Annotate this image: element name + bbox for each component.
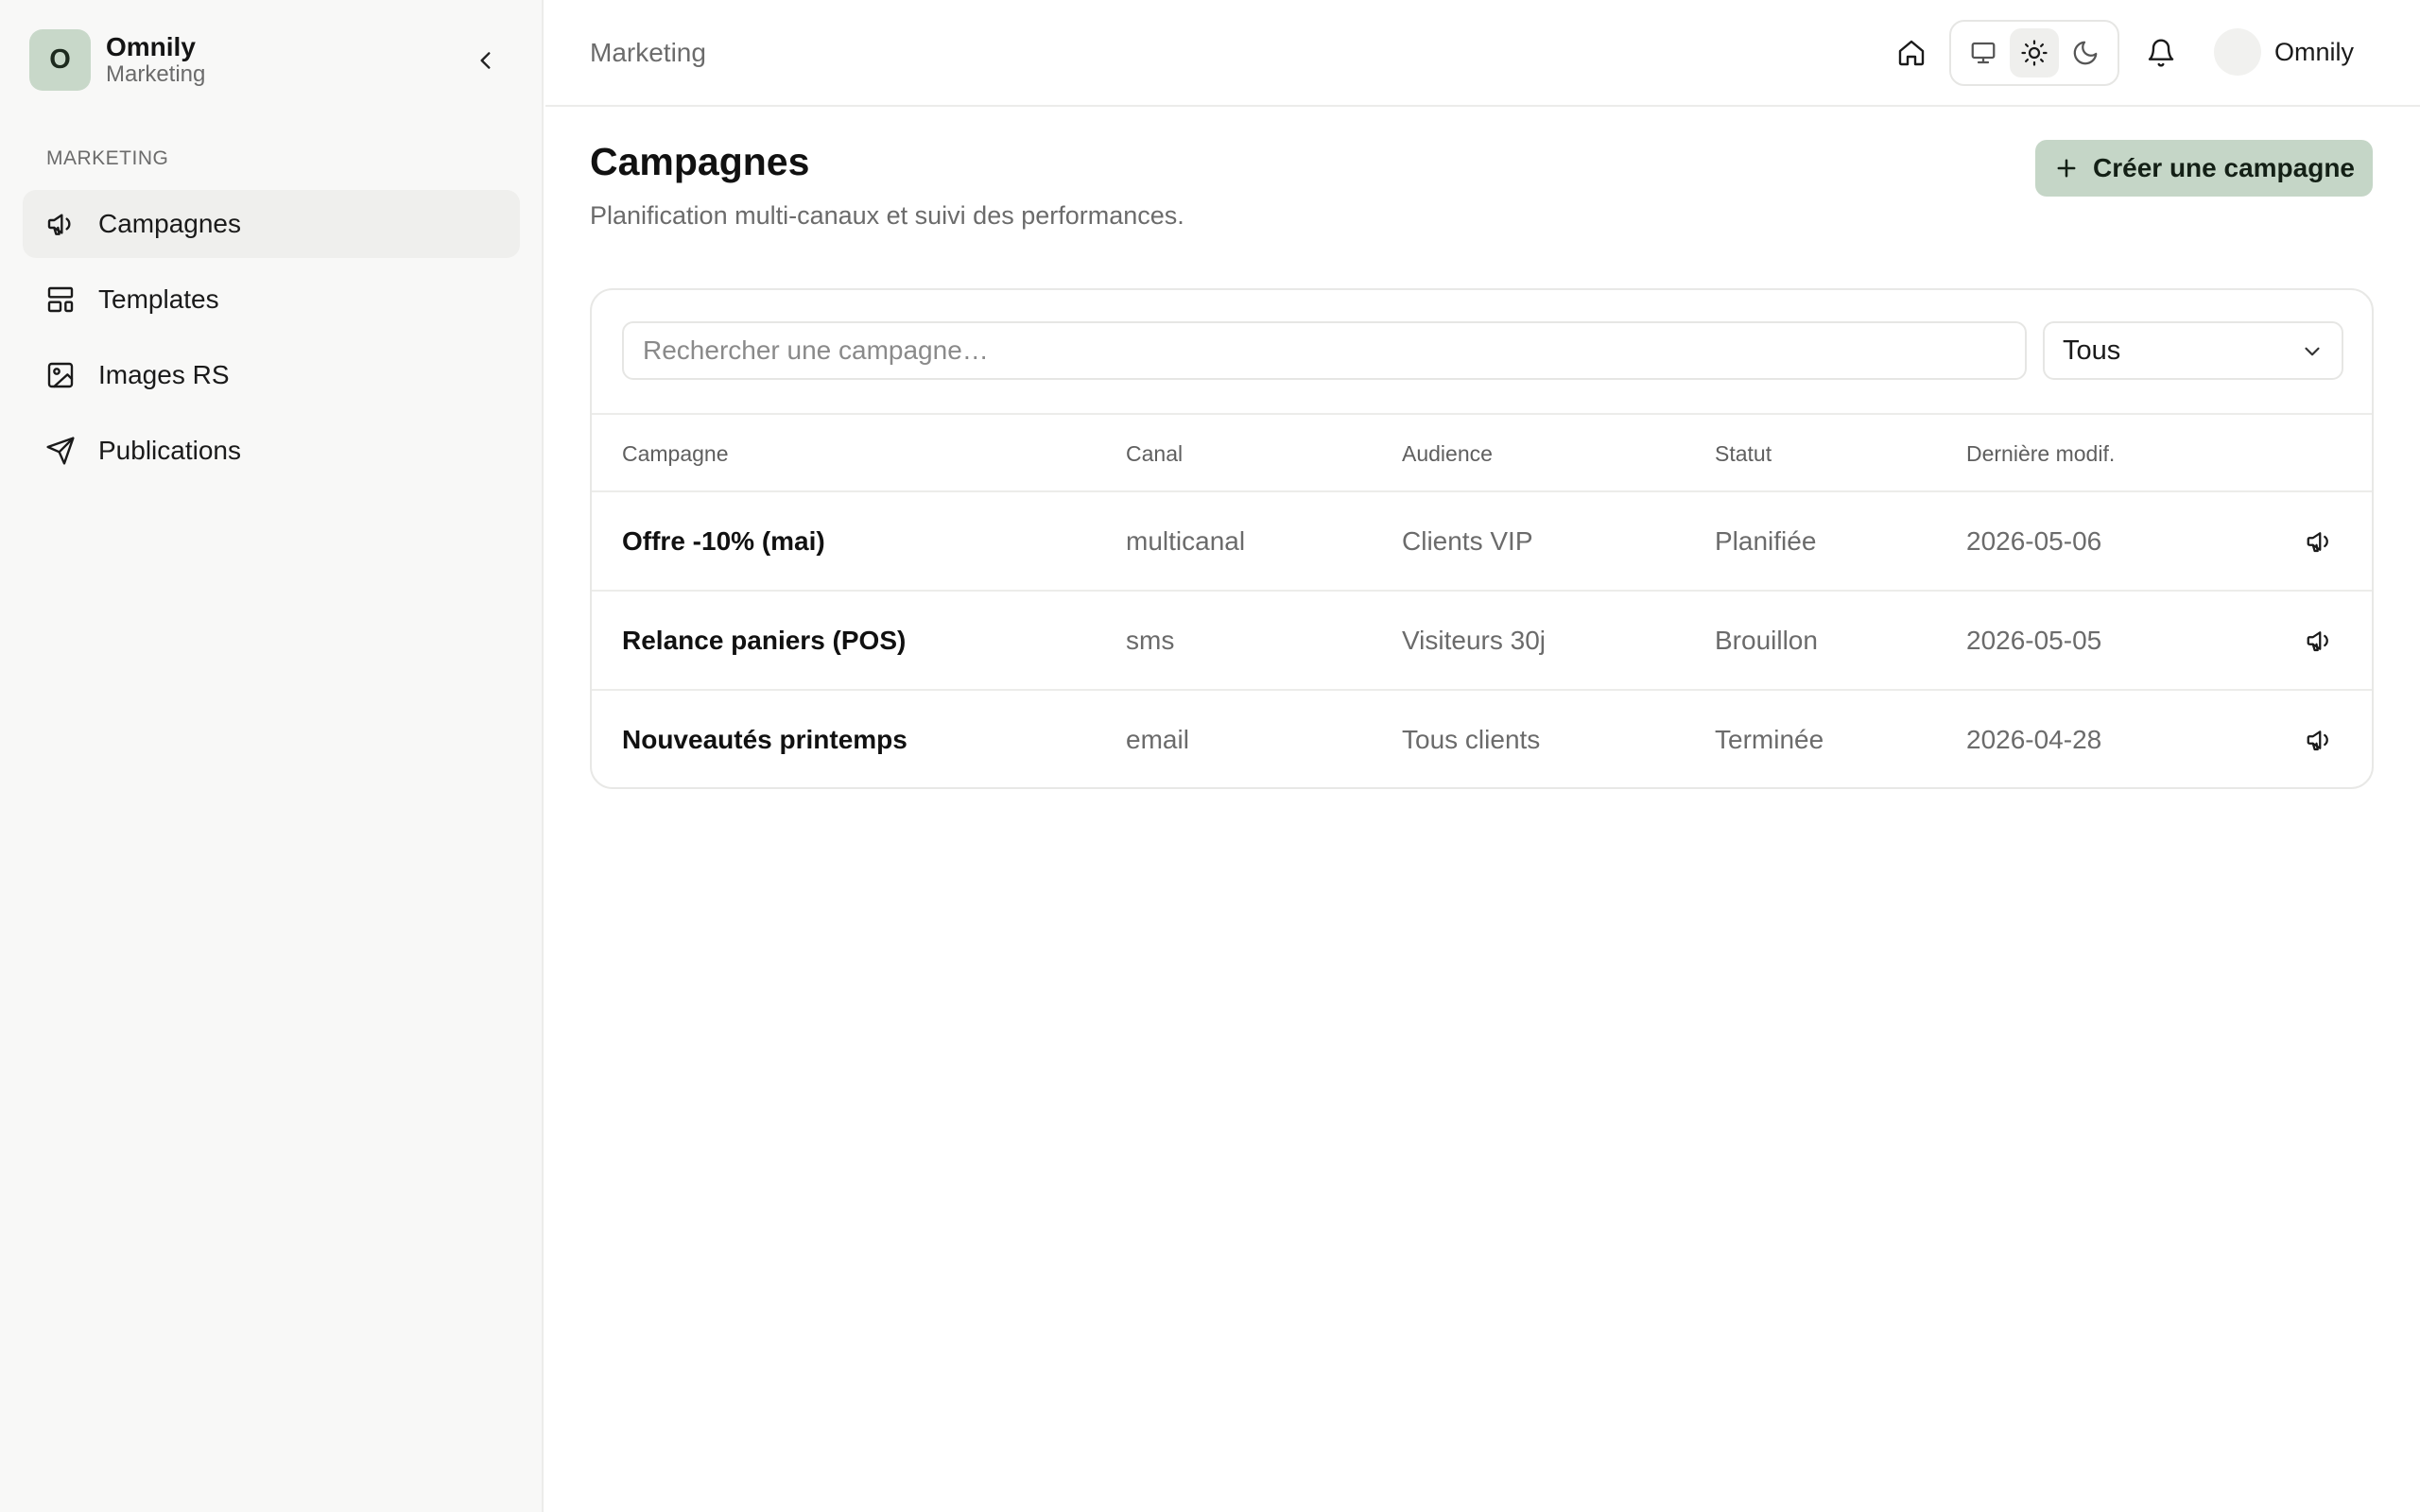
chevron-left-icon xyxy=(480,52,491,69)
search-input[interactable] xyxy=(622,321,2027,380)
table-row[interactable]: Offre -10% (mai) multicanal Clients VIP … xyxy=(592,490,2372,590)
megaphone-icon[interactable] xyxy=(2300,523,2338,560)
campaigns-card: Tous Campagne Canal Audience Statut Dern… xyxy=(590,288,2374,789)
campaign-updated: 2026-04-28 xyxy=(1966,725,2102,754)
campaign-audience: Visiteurs 30j xyxy=(1402,626,1547,655)
image-icon xyxy=(45,360,76,390)
home-icon xyxy=(1898,40,1925,66)
column-header-statut[interactable]: Statut xyxy=(1715,441,1772,467)
sidebar-item-label: Templates xyxy=(98,284,219,314)
home-button[interactable] xyxy=(1887,28,1936,77)
collapse-sidebar-button[interactable] xyxy=(467,42,505,79)
brand: O Omnily Marketing xyxy=(29,29,205,91)
brand-name: Omnily xyxy=(106,32,196,62)
avatar xyxy=(2214,28,2261,76)
sidebar-item-label: Publications xyxy=(98,436,241,465)
sidebar-item-label: Images RS xyxy=(98,360,230,389)
page-title: Campagnes xyxy=(590,140,810,183)
sidebar-item-templates[interactable]: Templates xyxy=(23,266,520,334)
sidebar-item-images-rs[interactable]: Images RS xyxy=(23,341,520,409)
campaign-status: Brouillon xyxy=(1715,626,1818,655)
campaign-status: Terminée xyxy=(1715,725,1824,754)
plus-icon xyxy=(2053,155,2080,181)
column-header-derniere-modif[interactable]: Dernière modif. xyxy=(1966,441,2115,467)
create-campaign-label: Créer une campagne xyxy=(2093,153,2355,182)
sidebar-section-label: MARKETING xyxy=(46,147,169,169)
campaign-channel: email xyxy=(1126,725,1189,754)
megaphone-icon[interactable] xyxy=(2300,721,2338,759)
breadcrumb: Marketing xyxy=(590,38,706,67)
sidebar-item-publications[interactable]: Publications xyxy=(23,417,520,485)
column-header-canal[interactable]: Canal xyxy=(1126,441,1183,467)
theme-light-button[interactable] xyxy=(2010,28,2059,77)
column-header-campagne[interactable]: Campagne xyxy=(622,441,729,467)
campaign-updated: 2026-05-05 xyxy=(1966,626,2102,655)
sidebar: O Omnily Marketing MARKETING Campagnes T… xyxy=(0,0,544,1512)
theme-dark-button[interactable] xyxy=(2061,28,2110,77)
campaign-status: Planifiée xyxy=(1715,526,1817,556)
send-icon xyxy=(45,436,76,466)
notifications-button[interactable] xyxy=(2136,28,2186,77)
campaign-channel: sms xyxy=(1126,626,1175,655)
theme-system-button[interactable] xyxy=(1959,28,2008,77)
campaign-audience: Tous clients xyxy=(1402,725,1541,754)
table-header: Campagne Canal Audience Statut Dernière … xyxy=(592,413,2372,490)
status-filter-select[interactable]: Tous xyxy=(2043,321,2343,380)
column-header-audience[interactable]: Audience xyxy=(1402,441,1493,467)
monitor-icon xyxy=(1971,42,1996,64)
campaign-name: Offre -10% (mai) xyxy=(622,526,825,556)
sidebar-nav: Campagnes Templates Images RS Publicatio… xyxy=(23,190,520,492)
topbar: Marketing Omnily xyxy=(545,0,2420,107)
campaign-name: Relance paniers (POS) xyxy=(622,626,907,655)
brand-text: Omnily Marketing xyxy=(106,32,205,87)
sun-icon xyxy=(2021,40,2048,66)
megaphone-icon[interactable] xyxy=(2300,622,2338,660)
brand-avatar: O xyxy=(29,29,91,91)
table-row[interactable]: Nouveautés printemps email Tous clients … xyxy=(592,689,2372,787)
campaign-channel: multicanal xyxy=(1126,526,1246,556)
status-filter-value: Tous xyxy=(2063,335,2121,366)
campaign-updated: 2026-05-06 xyxy=(1966,526,2102,556)
user-menu[interactable]: Omnily xyxy=(2214,28,2354,76)
bell-icon xyxy=(2148,39,2174,67)
campaign-audience: Clients VIP xyxy=(1402,526,1533,556)
campaign-name: Nouveautés printemps xyxy=(622,725,908,754)
moon-icon xyxy=(2073,41,2098,65)
sidebar-item-label: Campagnes xyxy=(98,209,241,238)
megaphone-icon xyxy=(45,209,76,239)
sidebar-item-campagnes[interactable]: Campagnes xyxy=(23,190,520,258)
chevron-down-icon xyxy=(2300,339,2325,364)
layout-template-icon xyxy=(45,284,76,315)
theme-switcher xyxy=(1949,20,2119,86)
table-row[interactable]: Relance paniers (POS) sms Visiteurs 30j … xyxy=(592,590,2372,689)
create-campaign-button[interactable]: Créer une campagne xyxy=(2035,140,2373,197)
user-name: Omnily xyxy=(2274,37,2355,66)
page-description: Planification multi-canaux et suivi des … xyxy=(590,201,1184,230)
brand-subtitle: Marketing xyxy=(106,60,206,87)
